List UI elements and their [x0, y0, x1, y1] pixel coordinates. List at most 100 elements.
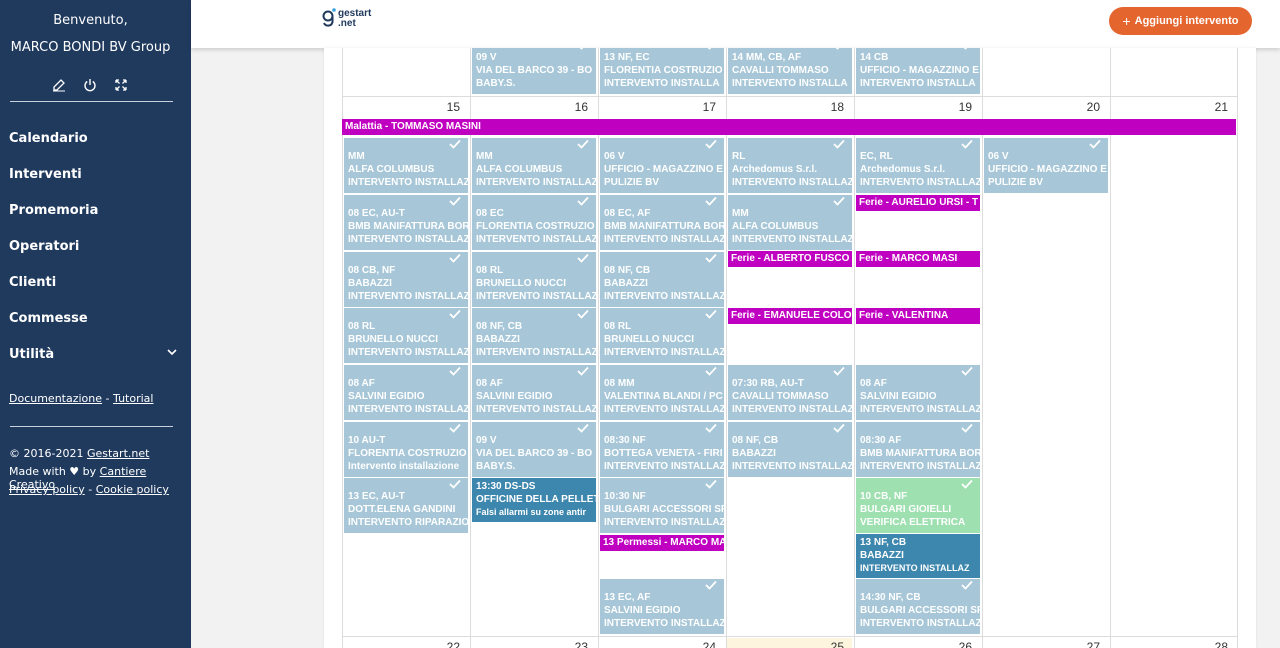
top-header: gestart .net + Aggiungi intervento	[191, 0, 1280, 48]
event-description: INTERVENTO INSTALLAZ	[604, 291, 724, 302]
leave-bar[interactable]: Ferie - AURELIO URSI - T	[856, 195, 980, 211]
calendar-event[interactable]: 10 CB, NF BULGARI GIOIELLI VERIFICA ELETTR…	[856, 478, 980, 533]
calendar-event[interactable]: RL Archedomus S.r.l. INTERVENTO INSTALLAZ	[728, 138, 852, 193]
leave-bar[interactable]: Ferie - VALENTINA	[856, 308, 980, 324]
calendar-event[interactable]: 08 EC, AU-T BMB MANIFATTURA BOR INTERVENTO…	[344, 195, 468, 250]
calendar-event[interactable]: 13 NF, EC FLORENTIA COSTRUZIO INTERVENTO I…	[600, 48, 724, 94]
menu-utilita[interactable]: Utilità	[9, 347, 54, 362]
day-number[interactable]: 19	[950, 100, 972, 114]
check-icon	[449, 423, 461, 433]
calendar-event[interactable]: 08 AF SALVINI EGIDIO INTERVENTO INSTALLAZ	[472, 365, 596, 420]
add-intervention-button[interactable]: + Aggiungi intervento	[1109, 7, 1252, 35]
calendar-event[interactable]: 13 EC, AU-T DOTT.ELENA GANDINI INTERVENTO …	[344, 478, 468, 533]
leave-bar[interactable]: Ferie - ALBERTO FUSCO	[728, 251, 852, 267]
calendar-event[interactable]: 08 CB, NF BABAZZI INTERVENTO INSTALLAZ	[344, 252, 468, 307]
calendar-event[interactable]: 08:30 NF BOTTEGA VENETA - FIRI INTERVENTO …	[600, 422, 724, 477]
event-description: INTERVENTO INSTALLAZ	[604, 347, 724, 358]
day-number[interactable]: 23	[566, 640, 588, 648]
check-icon	[705, 48, 717, 50]
day-number[interactable]: 22	[438, 640, 460, 648]
calendar-event[interactable]: MM ALFA COLUMBUS INTERVENTO INSTALLAZ	[344, 138, 468, 193]
cookie-link[interactable]: Cookie policy	[96, 483, 169, 496]
calendar-event[interactable]: 08 RL BRUNELLO NUCCI INTERVENTO INSTALLAZ	[344, 308, 468, 363]
menu-calendario[interactable]: Calendario	[9, 131, 88, 146]
leave-bar[interactable]: Ferie - MARCO MASI	[856, 251, 980, 267]
calendar-event[interactable]: MM ALFA COLUMBUS INTERVENTO INSTALLAZ	[728, 195, 852, 250]
calendar-event[interactable]: 14 CB UFFICIO - MAGAZZINO E INTERVENTO INS…	[856, 48, 980, 94]
calendar-event[interactable]: 09 V VIA DEL BARCO 39 - BO BABY.S.	[472, 48, 596, 94]
calendar-event[interactable]: 08 EC, AF BMB MANIFATTURA BOR INTERVENTO I…	[600, 195, 724, 250]
calendar-event[interactable]: 06 V UFFICIO - MAGAZZINO E PULIZIE BV	[600, 138, 724, 193]
calendar-event[interactable]: 08 MM VALENTINA BLANDI / PC INTERVENTO INS…	[600, 365, 724, 420]
day-number[interactable]: 15	[438, 100, 460, 114]
event-time-operators: 08 NF, CB	[732, 435, 779, 446]
calendar-event[interactable]: EC, RL Archedomus S.r.l. INTERVENTO INSTAL…	[856, 138, 980, 193]
event-client: ALFA COLUMBUS	[348, 164, 435, 175]
calendar-event[interactable]: 08 NF, CB BABAZZI INTERVENTO INSTALLAZ	[600, 252, 724, 307]
event-client: VIA DEL BARCO 39 - BO	[476, 448, 593, 459]
check-icon	[705, 253, 717, 263]
day-number[interactable]: 16	[566, 100, 588, 114]
calendar-event[interactable]: 09 V VIA DEL BARCO 39 - BO BABY.S.	[472, 422, 596, 477]
power-icon[interactable]	[83, 78, 97, 92]
calendar-event[interactable]: 13 NF, CB BABAZZI INTERVENTO INSTALLAZ	[856, 534, 980, 578]
menu-promemoria[interactable]: Promemoria	[9, 203, 98, 218]
day-number[interactable]: 21	[1206, 100, 1228, 114]
permission-bar[interactable]: 13 Permessi - MARCO MASI	[600, 535, 724, 551]
calendar-event[interactable]: 08 RL BRUNELLO NUCCI INTERVENTO INSTALLAZ	[600, 308, 724, 363]
calendar-event[interactable]: MM ALFA COLUMBUS INTERVENTO INSTALLAZ	[472, 138, 596, 193]
edit-icon[interactable]	[52, 78, 66, 92]
calendar-event[interactable]: 07:30 RB, AU-T CAVALLI TOMMASO INTERVENTO …	[728, 365, 852, 420]
calendar-event[interactable]: 10 AU-T FLORENTIA COSTRUZIO Intervento ins…	[344, 422, 468, 477]
documentation-link[interactable]: Documentazione	[9, 392, 102, 405]
chevron-down-icon[interactable]	[166, 346, 178, 358]
day-number[interactable]: 18	[822, 100, 844, 114]
event-time-operators: 10 CB, NF	[860, 491, 908, 502]
menu-commesse[interactable]: Commesse	[9, 311, 88, 326]
leave-bar[interactable]: Ferie - EMANUELE COLOMBO	[728, 308, 852, 324]
check-icon	[577, 366, 589, 376]
calendar-event[interactable]: 10:30 NF BULGARI ACCESSORI SF INTERVENTO I…	[600, 478, 724, 533]
calendar-event[interactable]: 13 EC, AF SALVINI EGIDIO INTERVENTO INSTAL…	[600, 579, 724, 634]
event-time-operators: EC, RL	[860, 151, 893, 162]
calendar-event[interactable]: 08 EC FLORENTIA COSTRUZIO INTERVENTO INSTA…	[472, 195, 596, 250]
calendar-event[interactable]: 14:30 NF, CB BULGARI ACCESSORI SF INTERVEN…	[856, 579, 980, 634]
event-client: VALENTINA BLANDI / PC	[604, 391, 723, 402]
event-time-operators: 13 NF, EC	[604, 52, 650, 63]
illness-bar[interactable]: Malattia - TOMMASO MASINI	[342, 119, 1236, 135]
privacy-link[interactable]: Privacy policy	[9, 483, 85, 496]
day-column-border	[470, 48, 471, 648]
check-icon	[577, 139, 589, 149]
calendar-event[interactable]: 06 V UFFICIO - MAGAZZINO E PULIZIE BV	[984, 138, 1108, 193]
gestart-link[interactable]: Gestart.net	[87, 447, 149, 460]
fullscreen-icon[interactable]	[114, 78, 128, 92]
event-client: BABAZZI	[348, 278, 392, 289]
calendar-event[interactable]: 08 RL BRUNELLO NUCCI INTERVENTO INSTALLAZ	[472, 252, 596, 307]
check-icon	[449, 366, 461, 376]
day-number[interactable]: 25	[822, 640, 844, 648]
day-number[interactable]: 27	[1078, 640, 1100, 648]
calendar-event[interactable]: 14 MM, CB, AF CAVALLI TOMMASO INTERVENTO I…	[728, 48, 852, 94]
event-client: BULGARI GIOIELLI	[860, 504, 952, 515]
calendar-event[interactable]: 08 NF, CB BABAZZI INTERVENTO INSTALLAZ	[472, 308, 596, 363]
event-time-operators: 14 CB	[860, 52, 889, 63]
tutorial-link[interactable]: Tutorial	[113, 392, 153, 405]
gestart-logo[interactable]: gestart .net	[322, 7, 382, 31]
calendar-event[interactable]: 13:30 DS-DS OFFICINE DELLA PELLET Falsi al…	[472, 478, 596, 522]
menu-operatori[interactable]: Operatori	[9, 239, 79, 254]
event-client: ALFA COLUMBUS	[732, 221, 819, 232]
day-number[interactable]: 17	[694, 100, 716, 114]
menu-clienti[interactable]: Clienti	[9, 275, 56, 290]
day-number[interactable]: 20	[1078, 100, 1100, 114]
sidebar: Benvenuto, MARCO BONDI BV Group Calendar…	[0, 0, 191, 648]
menu-interventi[interactable]: Interventi	[9, 167, 82, 182]
check-icon	[449, 196, 461, 206]
calendar-event[interactable]: 08 AF SALVINI EGIDIO INTERVENTO INSTALLAZ	[856, 365, 980, 420]
event-description: Falsi allarmi su zone antir	[476, 507, 587, 517]
day-number[interactable]: 26	[950, 640, 972, 648]
day-number[interactable]: 24	[694, 640, 716, 648]
calendar-event[interactable]: 08 AF SALVINI EGIDIO INTERVENTO INSTALLAZ	[344, 365, 468, 420]
calendar-event[interactable]: 08 NF, CB BABAZZI INTERVENTO INSTALLAZ	[728, 422, 852, 477]
day-number[interactable]: 28	[1206, 640, 1228, 648]
calendar-event[interactable]: 08:30 AF BMB MANIFATTURA BOR INTERVENTO IN…	[856, 422, 980, 477]
